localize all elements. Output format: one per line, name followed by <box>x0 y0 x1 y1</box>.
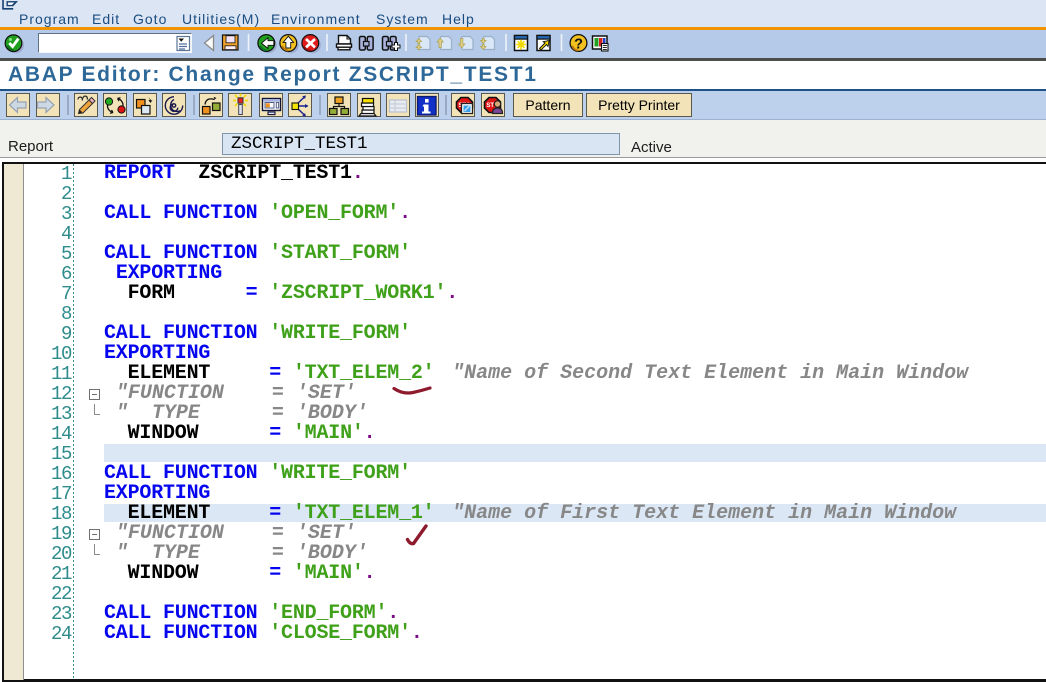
svg-text:?: ? <box>574 36 583 52</box>
